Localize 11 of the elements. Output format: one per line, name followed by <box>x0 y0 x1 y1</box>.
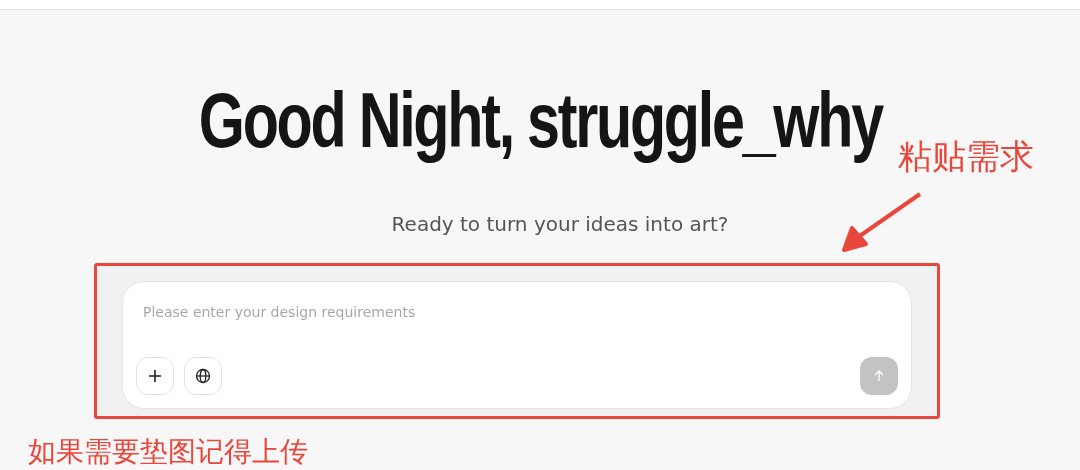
subtitle: Ready to turn your ideas into art? <box>390 212 730 236</box>
globe-icon <box>195 368 211 384</box>
greeting-heading: Good Night, struggle_why <box>198 75 882 166</box>
arrow-icon <box>840 192 922 254</box>
plus-icon <box>148 369 162 383</box>
annotation-text: 如果需要垫图记得上传 <box>28 436 308 468</box>
globe-button[interactable] <box>184 357 222 395</box>
prompt-field[interactable]: Please enter your design requirements <box>122 281 912 409</box>
arrow-up-icon <box>873 370 885 382</box>
annotation-text: 粘贴需求 <box>898 136 1034 176</box>
add-button[interactable] <box>136 357 174 395</box>
